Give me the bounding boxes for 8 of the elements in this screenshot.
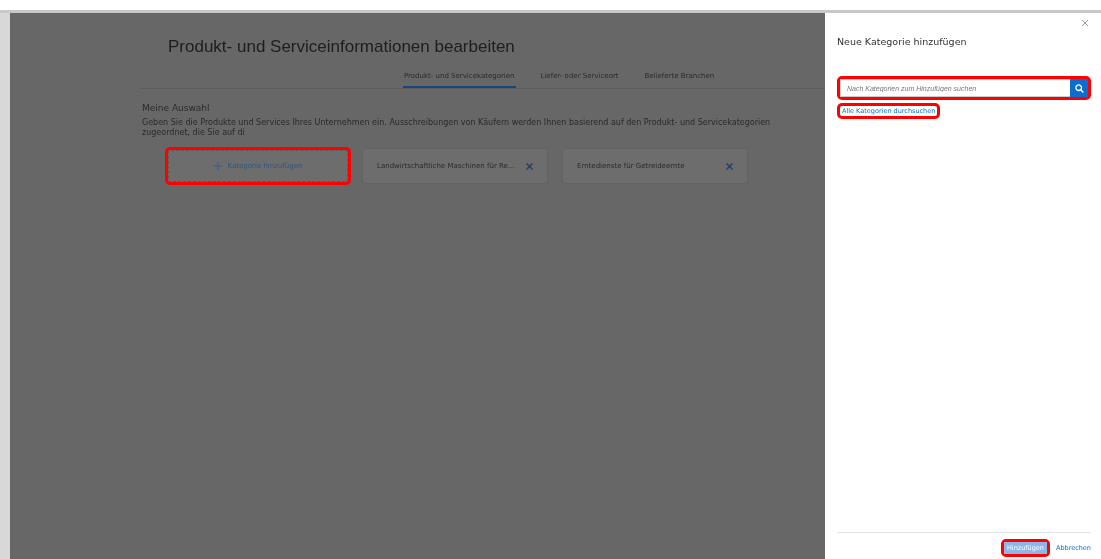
- plus-icon: [213, 162, 222, 170]
- remove-icon[interactable]: [526, 162, 533, 170]
- search-icon[interactable]: [1070, 79, 1088, 97]
- section-title: Meine Auswahl: [142, 103, 211, 113]
- panel-title: Neue Kategorie hinzufügen: [837, 36, 968, 47]
- page-title: Produkt- und Serviceinformationen bearbeiten: [168, 37, 516, 57]
- remove-icon[interactable]: [726, 162, 733, 170]
- close-icon[interactable]: [1081, 19, 1089, 27]
